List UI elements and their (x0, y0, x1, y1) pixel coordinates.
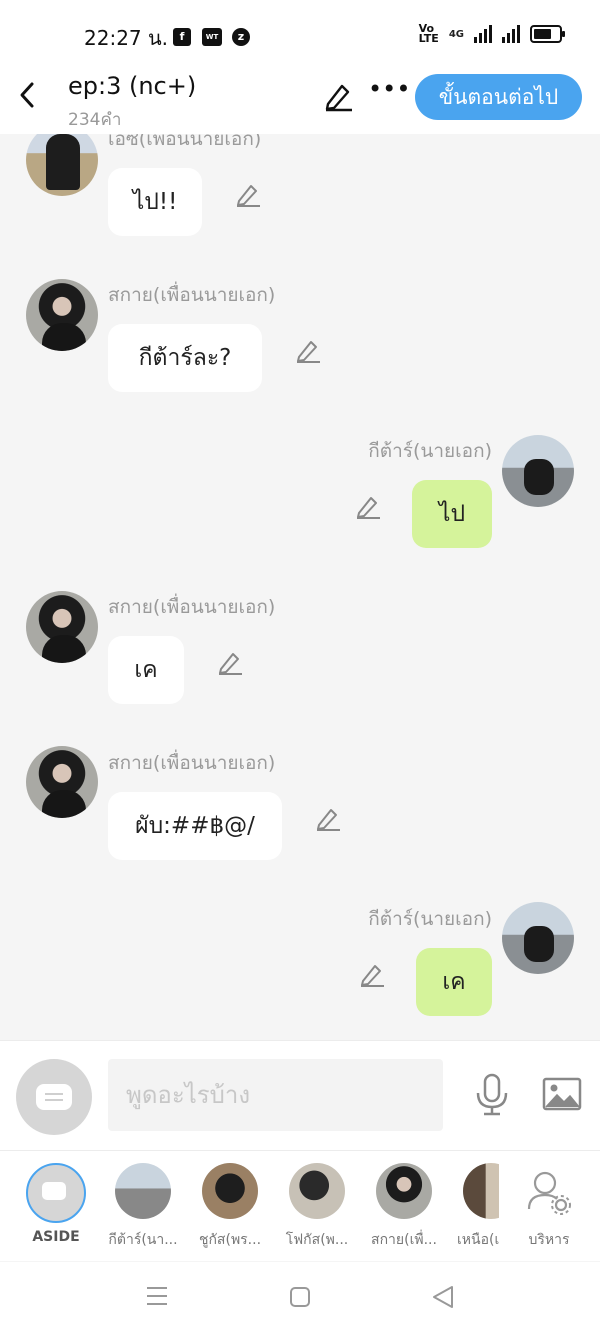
user-settings-icon (527, 1171, 571, 1215)
edit-message-icon[interactable] (216, 648, 244, 676)
back-icon[interactable] (14, 80, 42, 110)
avatar[interactable] (26, 134, 98, 196)
character-chukas[interactable]: ชูกัส(พร... (190, 1163, 270, 1251)
webtoon-icon: WT (202, 28, 222, 46)
menu-icon[interactable] (146, 1286, 168, 1306)
avatar[interactable] (26, 591, 98, 663)
sender-name: สกาย(เพื่อนนายเอก) (108, 284, 276, 306)
facebook-icon: f (173, 28, 191, 46)
character-label: เหนือ(เ (457, 1232, 499, 1248)
network-type: 4G (448, 28, 464, 40)
avatar[interactable] (502, 902, 574, 974)
back-nav-icon[interactable] (432, 1285, 454, 1309)
edit-message-icon[interactable] (314, 804, 342, 832)
message-bubble[interactable]: เค (416, 948, 492, 1016)
battery-icon (530, 25, 565, 43)
edit-message-icon[interactable] (234, 180, 262, 208)
character-nuea[interactable]: เหนือ(เ (451, 1163, 499, 1251)
character-guitar[interactable]: กีต้าร์(นา... (103, 1163, 183, 1251)
more-options-icon[interactable]: ••• (368, 77, 410, 110)
character-aside[interactable]: ASIDE (16, 1163, 96, 1245)
signal-icon-2 (502, 25, 520, 43)
status-bar: 22:27 น. f WT z Vo LTE 4G (0, 0, 600, 72)
home-icon[interactable] (289, 1286, 311, 1308)
edit-message-icon[interactable] (354, 492, 382, 520)
message-bubble[interactable]: ผับ:##฿@/ (108, 792, 282, 860)
message-bubble[interactable]: กีต้าร์ละ? (108, 324, 262, 392)
manage-characters-button[interactable]: บริหาร (509, 1163, 589, 1251)
message-bubble[interactable]: ไป (412, 480, 492, 548)
sender-name: สกาย(เพื่อนนายเอก) (108, 752, 276, 774)
clock: 22:27 น. (84, 26, 169, 50)
character-label: โฟกัส(พ... (285, 1232, 349, 1248)
character-avatar (463, 1163, 499, 1219)
sender-name: กีต้าร์(นายเอก) (368, 908, 492, 930)
word-count: 234คำ (68, 110, 122, 130)
character-skai[interactable]: สกาย(เพื่... (364, 1163, 444, 1251)
character-label: กีต้าร์(นา... (108, 1232, 178, 1248)
character-avatar (289, 1163, 345, 1219)
microphone-icon[interactable] (474, 1073, 510, 1117)
compose-bar: พูดอะไรบ้าง (0, 1040, 600, 1151)
character-label: สกาย(เพื่... (371, 1232, 437, 1248)
message-bubble[interactable]: เค (108, 636, 184, 704)
editor-header: ep:3 (nc+) 234คำ ••• ขั้นตอนต่อไป (0, 72, 600, 134)
character-avatar (115, 1163, 171, 1219)
edit-title-icon[interactable] (322, 80, 354, 112)
aside-toggle-button[interactable] (16, 1059, 92, 1135)
chat-bubble-icon (36, 1084, 72, 1110)
aside-avatar (26, 1163, 86, 1223)
avatar[interactable] (502, 435, 574, 507)
sender-name: เอซ(เพื่อนนายเอก) (108, 134, 262, 150)
message-bubble[interactable]: ไป!! (108, 168, 202, 236)
character-label: ชูกัส(พร... (198, 1232, 262, 1248)
character-label: บริหาร (528, 1232, 570, 1248)
character-selector: ASIDE กีต้าร์(นา... ชูกัส(พร... โฟกัส(พ.… (0, 1150, 600, 1261)
next-step-button[interactable]: ขั้นตอนต่อไป (415, 74, 582, 120)
edit-message-icon[interactable] (294, 336, 322, 364)
character-label: ASIDE (32, 1229, 80, 1245)
edit-message-icon[interactable] (358, 960, 386, 988)
system-navigation-bar (0, 1262, 600, 1333)
avatar[interactable] (26, 746, 98, 818)
sender-name: กีต้าร์(นายเอก) (368, 440, 492, 462)
character-avatar (202, 1163, 258, 1219)
z-icon: z (232, 28, 250, 46)
volte-icon: Vo LTE (418, 22, 439, 45)
avatar[interactable] (26, 279, 98, 351)
character-focus[interactable]: โฟกัส(พ... (277, 1163, 357, 1251)
sender-name: สกาย(เพื่อนนายเอก) (108, 596, 276, 618)
signal-icon (474, 25, 492, 43)
chat-area[interactable]: เอซ(เพื่อนนายเอก) ไป!! สกาย(เพื่อนนายเอก… (0, 134, 600, 1040)
episode-title: ep:3 (nc+) (68, 72, 197, 100)
image-icon[interactable] (542, 1077, 582, 1111)
character-avatar (376, 1163, 432, 1219)
message-input[interactable]: พูดอะไรบ้าง (108, 1059, 443, 1131)
